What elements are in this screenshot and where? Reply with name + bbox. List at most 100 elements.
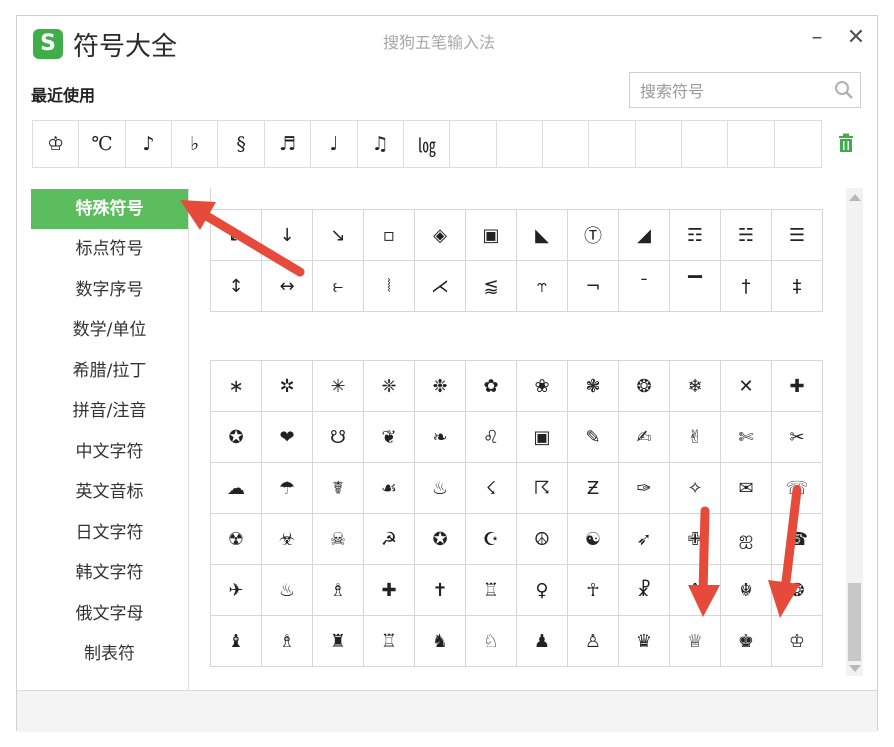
- symbol-cell[interactable]: ‡: [772, 261, 823, 312]
- symbol-cell[interactable]: ☥: [568, 565, 619, 616]
- category-item[interactable]: 希腊/拉丁: [31, 351, 188, 392]
- category-item[interactable]: 数字序号: [31, 270, 188, 311]
- symbol-cell[interactable]: ✚: [364, 565, 415, 616]
- symbol-cell[interactable]: ▔: [670, 261, 721, 312]
- symbol-cell[interactable]: ☇: [466, 463, 517, 514]
- category-item[interactable]: 特殊符号: [31, 189, 188, 229]
- category-item[interactable]: 拼音/注音: [31, 391, 188, 432]
- symbol-cell[interactable]: ♨: [415, 463, 466, 514]
- scroll-up-arrow-icon[interactable]: [849, 194, 861, 201]
- symbol-cell[interactable]: ▫: [364, 210, 415, 261]
- symbol-cell[interactable]: Ƶ: [568, 463, 619, 514]
- symbol-cell[interactable]: ◢: [619, 210, 670, 261]
- symbol-cell[interactable]: ☤: [313, 463, 364, 514]
- symbol-cell[interactable]: ❦: [364, 412, 415, 463]
- symbol-cell[interactable]: ♛: [619, 616, 670, 667]
- symbol-cell[interactable]: ❃: [568, 361, 619, 412]
- symbol-cell[interactable]: ☪: [466, 514, 517, 565]
- symbol-cell[interactable]: ♀: [517, 565, 568, 616]
- symbol-cell[interactable]: ♙: [568, 616, 619, 667]
- symbol-cell[interactable]: ↘: [313, 210, 364, 261]
- symbol-cell[interactable]: ⋌: [415, 261, 466, 312]
- category-item[interactable]: 英文音标: [31, 472, 188, 513]
- symbol-cell[interactable]: ¯: [619, 261, 670, 312]
- category-item[interactable]: 俄文字母: [31, 594, 188, 635]
- scroll-thumb[interactable]: [848, 583, 861, 661]
- symbol-cell[interactable]: ☣: [262, 514, 313, 565]
- symbol-cell[interactable]: ☂: [262, 463, 313, 514]
- symbol-cell[interactable]: ✿: [466, 361, 517, 412]
- symbol-cell[interactable]: ❀: [517, 361, 568, 412]
- category-item[interactable]: 日文字符: [31, 513, 188, 554]
- symbol-cell[interactable]: ♖: [466, 565, 517, 616]
- symbol-cell[interactable]: ✑: [619, 463, 670, 514]
- vertical-scrollbar[interactable]: [846, 188, 863, 676]
- symbol-cell[interactable]: ♗: [313, 565, 364, 616]
- category-item[interactable]: 数学/单位: [31, 310, 188, 351]
- symbol-cell[interactable]: ⦚: [364, 261, 415, 312]
- minimize-button[interactable]: –: [805, 26, 829, 50]
- symbol-cell[interactable]: ☙: [364, 463, 415, 514]
- symbol-cell[interactable]: ♜: [313, 616, 364, 667]
- symbol-cell[interactable]: ⥾: [517, 261, 568, 312]
- symbol-cell[interactable]: ♕: [670, 616, 721, 667]
- recent-symbol-cell[interactable]: ℃: [79, 121, 126, 167]
- symbol-cell[interactable]: ✚: [772, 361, 823, 412]
- category-item[interactable]: 韩文字符: [31, 553, 188, 594]
- symbol-cell[interactable]: ✪: [211, 412, 262, 463]
- symbol-cell[interactable]: †: [721, 261, 772, 312]
- symbol-cell[interactable]: ◈: [415, 210, 466, 261]
- symbol-cell[interactable]: ◣: [517, 210, 568, 261]
- symbol-cell[interactable]: ☰: [772, 210, 823, 261]
- symbol-cell[interactable]: ∗: [211, 361, 262, 412]
- symbol-cell[interactable]: ☭: [364, 514, 415, 565]
- symbol-cell[interactable]: ▣: [517, 412, 568, 463]
- scroll-down-arrow-icon[interactable]: [849, 665, 861, 672]
- symbol-cell[interactable]: ✂: [772, 412, 823, 463]
- symbol-cell[interactable]: ✝: [415, 565, 466, 616]
- symbol-cell[interactable]: ➶: [619, 514, 670, 565]
- symbol-cell[interactable]: ✌: [670, 412, 721, 463]
- recent-symbol-cell[interactable]: ♩: [311, 121, 358, 167]
- symbol-cell[interactable]: ♘: [466, 616, 517, 667]
- symbol-cell[interactable]: ☁: [211, 463, 262, 514]
- symbol-cell[interactable]: ✎: [568, 412, 619, 463]
- close-button[interactable]: ✕: [844, 26, 868, 50]
- symbol-cell[interactable]: ☋: [313, 412, 364, 463]
- symbol-cell[interactable]: ❧: [415, 412, 466, 463]
- recent-symbol-cell[interactable]: ㏒: [404, 121, 451, 167]
- symbol-cell[interactable]: ☠: [313, 514, 364, 565]
- symbol-cell[interactable]: ✪: [415, 514, 466, 565]
- symbol-cell[interactable]: ☮: [517, 514, 568, 565]
- symbol-cell[interactable]: ❈: [364, 361, 415, 412]
- symbol-cell[interactable]: ▣: [466, 210, 517, 261]
- symbol-cell[interactable]: ☶: [670, 210, 721, 261]
- symbol-cell[interactable]: ☵: [721, 210, 772, 261]
- symbol-cell[interactable]: ♌: [466, 412, 517, 463]
- symbol-cell[interactable]: ❄: [670, 361, 721, 412]
- recent-symbol-cell[interactable]: ♬: [265, 121, 312, 167]
- symbol-cell[interactable]: ♞: [415, 616, 466, 667]
- symbol-cell[interactable]: ⥼: [313, 261, 364, 312]
- symbol-cell[interactable]: ✳: [313, 361, 364, 412]
- symbol-cell[interactable]: ¬: [568, 261, 619, 312]
- symbol-cell[interactable]: ☢: [211, 514, 262, 565]
- trash-icon[interactable]: [837, 133, 855, 153]
- symbol-cell[interactable]: ♟: [517, 616, 568, 667]
- symbol-cell[interactable]: ✈: [211, 565, 262, 616]
- symbol-cell[interactable]: ♗: [262, 616, 313, 667]
- symbol-cell[interactable]: ⪅: [466, 261, 517, 312]
- search-input[interactable]: [638, 77, 832, 105]
- recent-symbol-cell[interactable]: ♭: [172, 121, 219, 167]
- search-box[interactable]: [629, 72, 861, 108]
- symbol-cell[interactable]: ♨: [262, 565, 313, 616]
- symbol-cell[interactable]: ✲: [262, 361, 313, 412]
- recent-symbol-cell[interactable]: §: [218, 121, 265, 167]
- symbol-cell[interactable]: ❉: [415, 361, 466, 412]
- recent-symbol-cell[interactable]: ♫: [358, 121, 404, 167]
- category-item[interactable]: 中文字符: [31, 432, 188, 473]
- symbol-cell[interactable]: ☯: [568, 514, 619, 565]
- symbol-cell[interactable]: ♖: [364, 616, 415, 667]
- symbol-cell[interactable]: ✕: [721, 361, 772, 412]
- symbol-cell[interactable]: ✍: [619, 412, 670, 463]
